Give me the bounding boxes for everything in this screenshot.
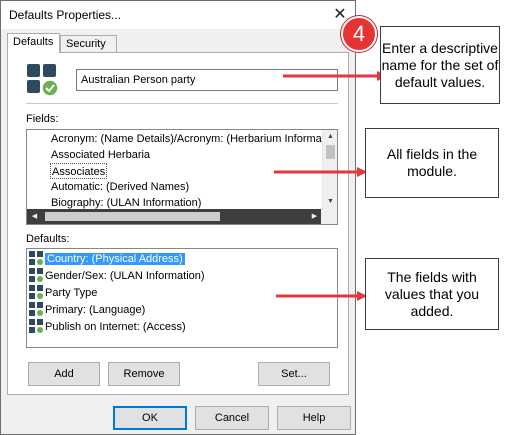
tab-defaults[interactable]: Defaults <box>7 33 60 53</box>
callout-defaults-tip: The fields with values that you added. <box>365 258 499 330</box>
callout-fields-tip: All fields in the module. <box>365 128 499 198</box>
step-number-badge: 4 <box>341 16 377 52</box>
callout-name-tip: Enter a descriptive name for the set of … <box>380 26 500 104</box>
